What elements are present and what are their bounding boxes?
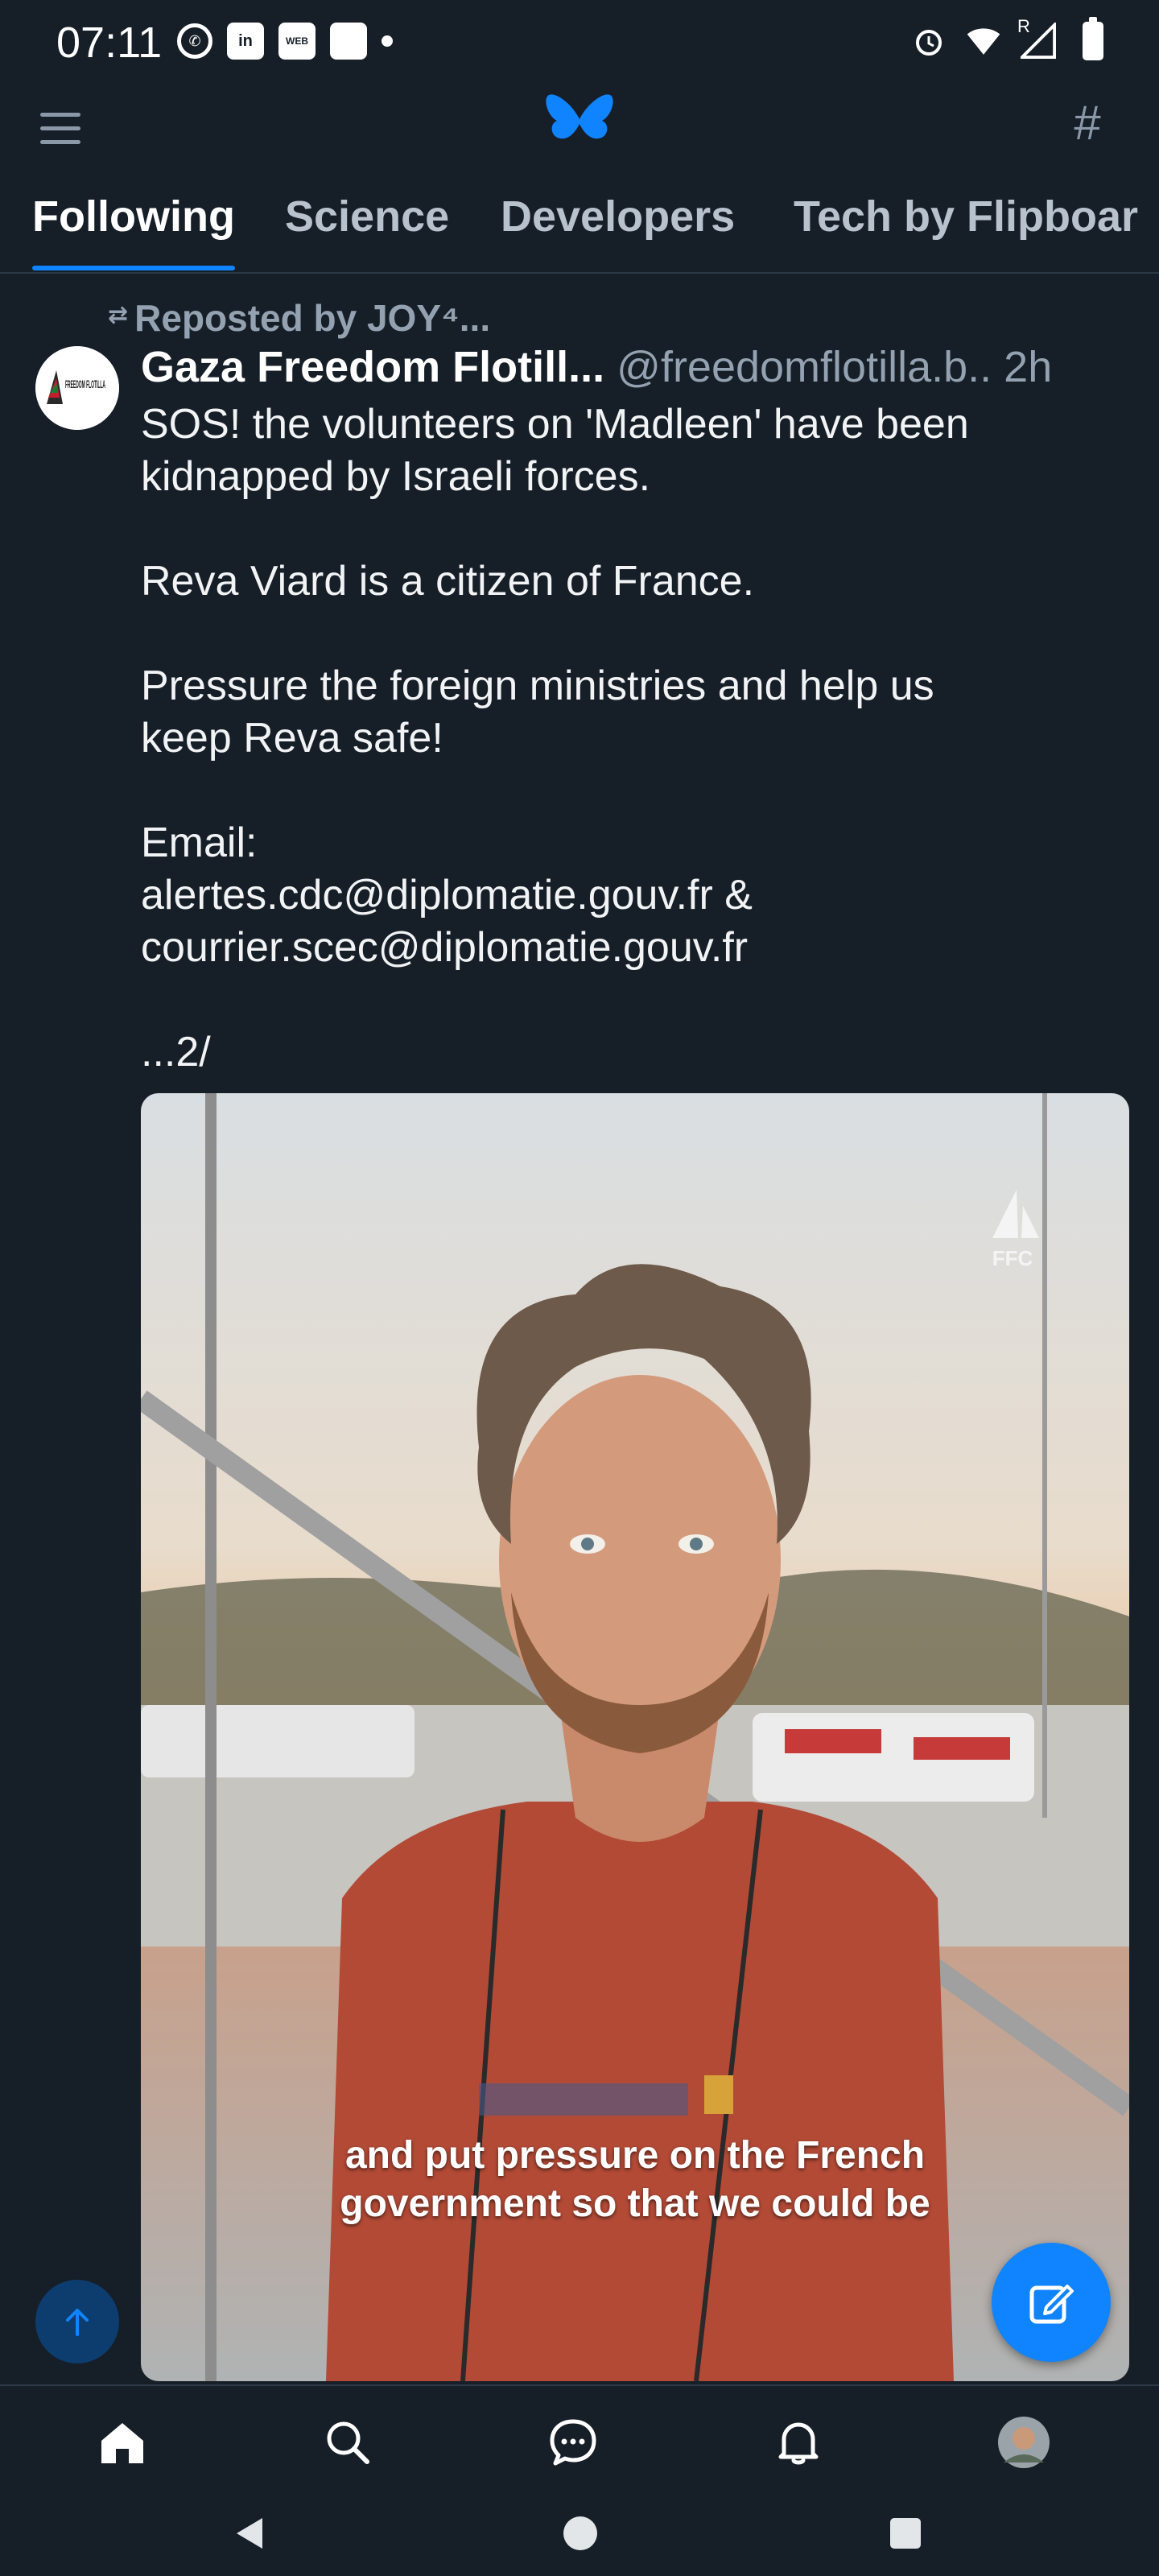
avatar-text: FREEDOM FLOTILLA [65, 378, 105, 390]
hash-icon[interactable]: # [1059, 95, 1116, 151]
repost-indicator[interactable]: ⇄ Reposted by JOY⁴... [108, 296, 490, 340]
video-player[interactable]: FFC and put pressure on the French gover… [141, 1093, 1129, 2381]
wifi-icon [966, 21, 1001, 61]
feed-tabs: Following Science Developers Tech by Fli… [0, 185, 1159, 274]
compose-icon [1029, 2285, 1074, 2324]
nav-chat[interactable] [541, 2410, 605, 2475]
linkedin-icon: in [227, 23, 264, 60]
status-time: 07:11 [56, 19, 163, 67]
bottom-navigation [0, 2384, 1159, 2492]
ffc-watermark-icon: FFC [992, 1190, 1039, 1270]
square-icon [330, 23, 367, 60]
butterfly-icon[interactable] [539, 89, 620, 153]
post-time: 2h [1004, 343, 1053, 391]
search-icon [327, 2421, 369, 2464]
profile-avatar [998, 2417, 1050, 2468]
post-paragraph: Reva Viard is a citizen of France. [141, 558, 755, 605]
post-paragraph: ...2/ [141, 1029, 211, 1075]
home-circle-icon[interactable] [560, 2513, 600, 2553]
repost-text: Reposted by JOY⁴... [134, 297, 491, 339]
post-paragraph: Pressure the foreign ministries and help… [141, 663, 934, 762]
system-navigation [0, 2491, 1159, 2576]
hamburger-menu-icon[interactable] [37, 105, 85, 153]
post-paragraph: SOS! the volunteers on 'Madleen' have be… [141, 401, 969, 500]
repost-icon: ⇄ [108, 302, 129, 328]
recents-icon[interactable] [885, 2513, 926, 2553]
system-status-icons: R [911, 16, 1111, 61]
post-paragraph: Email: alertes.cdc@diplomatie.gouv.fr & … [141, 819, 753, 971]
video-watermark: FFC [992, 1246, 1033, 1270]
nav-profile[interactable] [992, 2410, 1056, 2475]
back-icon[interactable] [230, 2513, 270, 2553]
arrow-up-icon [66, 2309, 89, 2336]
scroll-to-top-button[interactable] [35, 2280, 119, 2363]
tab-tech-by-flipboard[interactable]: Tech by Flipboar [794, 192, 1138, 270]
author-avatar[interactable]: FREEDOM FLOTILLA [35, 346, 119, 430]
signal-label: R [1017, 16, 1030, 36]
webtoon-icon: WEB [278, 23, 316, 60]
caption-line: and put pressure on the French [344, 2134, 926, 2177]
post-header: Gaza Freedom Flotill... @freedomflotilla… [141, 342, 1139, 392]
tab-science[interactable]: Science [285, 192, 449, 270]
status-bar: 07:11 ✆ in WEB R [0, 0, 1159, 89]
alarm-icon [911, 21, 947, 61]
chat-icon [550, 2419, 596, 2466]
tab-following[interactable]: Following [32, 192, 235, 270]
video-caption: and put pressure on the French governmen… [141, 2132, 1129, 2228]
notification-icons: ✆ in WEB [177, 23, 393, 60]
signal-icon: R [1017, 16, 1056, 61]
caption-line: government so that we could be [340, 2182, 930, 2225]
app-top-bar: # [0, 89, 1159, 185]
whatsapp-icon: ✆ [177, 23, 212, 59]
nav-search[interactable] [316, 2410, 380, 2475]
compose-button[interactable] [992, 2243, 1111, 2362]
dot-icon [382, 35, 393, 47]
nav-home[interactable] [90, 2410, 155, 2475]
nav-notifications[interactable] [766, 2410, 831, 2475]
bell-icon [778, 2422, 819, 2465]
post-text: SOS! the volunteers on 'Madleen' have be… [141, 398, 1139, 1079]
home-icon [101, 2423, 143, 2463]
author-handle[interactable]: @freedomflotilla.b.. [617, 343, 992, 391]
battery-icon [1075, 17, 1111, 61]
tab-developers[interactable]: Developers [501, 192, 735, 270]
author-name[interactable]: Gaza Freedom Flotill... [141, 343, 604, 391]
